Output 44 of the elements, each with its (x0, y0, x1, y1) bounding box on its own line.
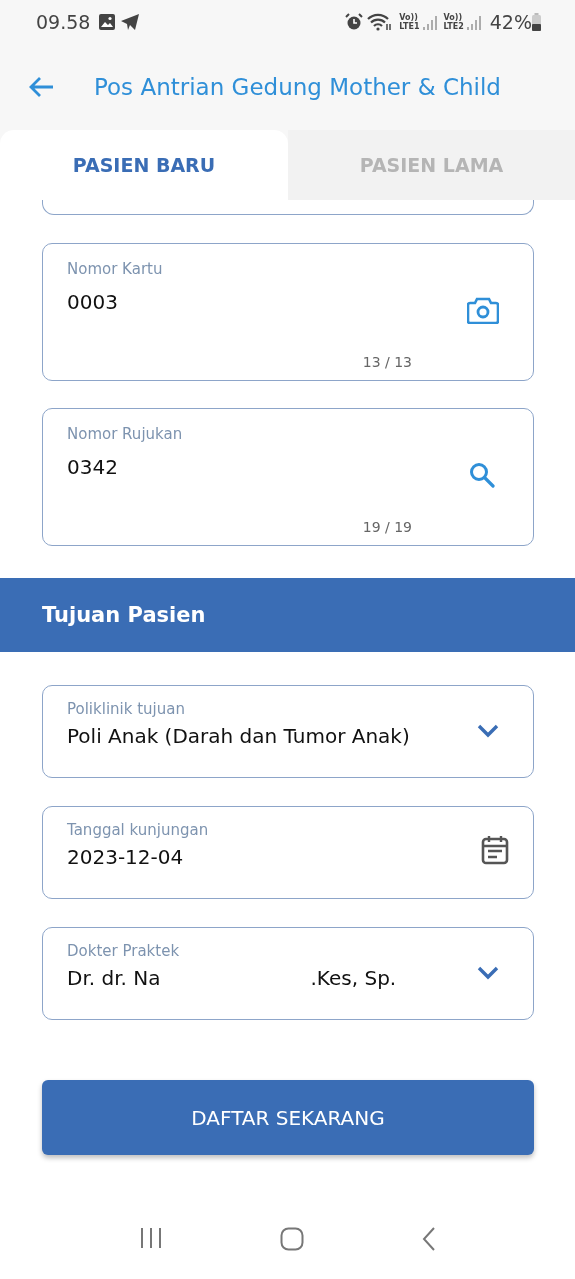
dropdown-field[interactable]: Poliklinik tujuan Poli Anak (Darah dan Tumor Anak) (42, 685, 534, 778)
recent-apps-icon[interactable] (138, 1227, 163, 1249)
field-value: 2023-12-04 (67, 845, 184, 869)
wifi-icon (367, 13, 394, 31)
field-value: 0342 (67, 455, 118, 479)
back-icon[interactable] (422, 1227, 437, 1251)
field-label: Tanggal kunjungan (67, 821, 210, 839)
field-label: Nomor Rujukan (67, 425, 184, 443)
field-label: Nomor Kartu (67, 260, 164, 278)
signal-icon (465, 13, 482, 31)
submit-button[interactable]: DAFTAR SEKARANG (42, 1080, 534, 1155)
signal-icon (421, 13, 438, 31)
lte-label: LTE2 (443, 22, 464, 31)
tab[interactable]: PASIEN BARU (0, 130, 288, 200)
battery-icon (532, 13, 541, 31)
calendar-icon[interactable] (481, 835, 509, 865)
field-label: Poliklinik tujuan (67, 700, 186, 718)
alarm-icon (345, 13, 364, 31)
character-counter: 13 / 13 (362, 354, 412, 370)
page-title: Pos Antrian Gedung Mother & Child (94, 74, 501, 100)
field-value: Dr. dr. Na (67, 966, 161, 990)
field-value: 0003 (67, 290, 118, 314)
field-label: Dokter Praktek (67, 942, 181, 960)
field-value: .Kes, Sp. (310, 966, 397, 990)
search-icon[interactable] (469, 462, 495, 488)
field-value: Poli Anak (Darah dan Tumor Anak) (67, 724, 410, 748)
section-title: Tujuan Pasien (42, 603, 206, 627)
home-icon[interactable] (280, 1227, 305, 1251)
back-arrow-icon[interactable] (28, 76, 54, 98)
input-field[interactable]: Nomor Rujukan 0342 19 / 19 (42, 408, 534, 546)
chevron-down-icon[interactable] (477, 724, 499, 738)
character-counter: 19 / 19 (362, 519, 412, 535)
volte-label: Vo)) (443, 13, 464, 22)
image-icon (98, 13, 117, 31)
paper-plane-icon (120, 13, 141, 31)
lte-label: LTE1 (399, 22, 420, 31)
camera-icon[interactable] (467, 296, 499, 324)
volte-label: Vo)) (399, 13, 418, 22)
battery-percent: 42% (489, 11, 532, 33)
input-field[interactable]: Nomor Kartu 0003 13 / 13 (42, 243, 534, 381)
chevron-down-icon[interactable] (477, 966, 499, 980)
dropdown-field[interactable]: Dokter Praktek Dr. dr. Na .Kes, Sp. (42, 927, 534, 1020)
date-field[interactable]: Tanggal kunjungan 2023-12-04 (42, 806, 534, 899)
status-time: 09.58 (36, 11, 91, 33)
